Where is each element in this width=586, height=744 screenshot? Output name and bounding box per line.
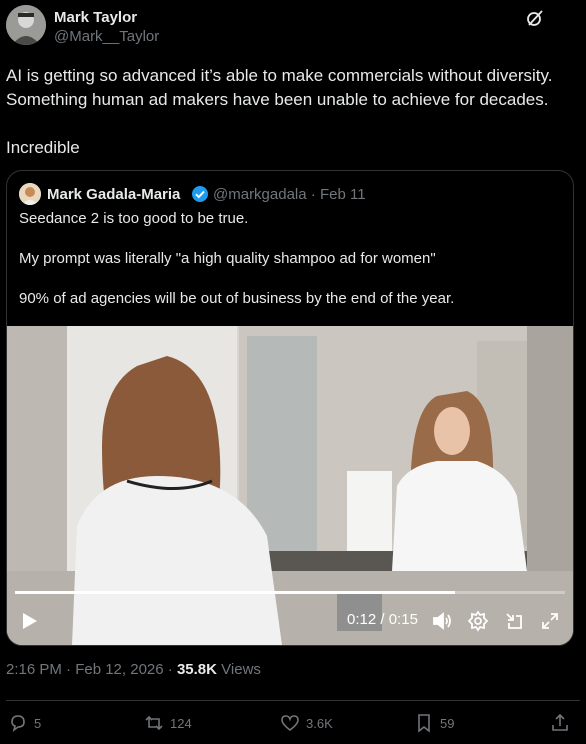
reply-icon [11,715,25,732]
bookmark-button[interactable]: 59 [414,712,454,734]
bookmark-count: 59 [440,715,455,731]
video-player[interactable]: 0:12 / 0:15 [7,326,573,645]
video-duration: 0:15 [388,611,418,628]
quoted-author-handle[interactable]: @markgadala [213,186,307,203]
repost-button[interactable]: 124 [144,712,192,734]
like-count: 3.6K [306,715,333,731]
author-name[interactable]: Mark Taylor [54,9,137,26]
repost-icon [145,715,163,731]
quoted-author-avatar[interactable] [19,183,41,205]
tweet-meta: 2:16 PM · Feb 12, 2026 · 35.8K Views [6,661,261,678]
grok-icon[interactable] [525,8,545,28]
quoted-date[interactable]: Feb 11 [320,186,366,203]
quoted-meta[interactable]: @markgadala · Feb 11 [213,186,366,203]
tweet-text: AI is getting so advanced it’s able to m… [6,66,553,157]
divider [6,700,580,701]
quoted-text: Seedance 2 is too good to be true. My pr… [19,210,455,307]
tweet-timestamp[interactable]: 2:16 PM · Feb 12, 2026 [6,661,164,678]
author-avatar[interactable] [6,5,46,45]
share-button[interactable] [550,712,570,734]
video-frame [7,326,573,645]
share-icon [552,713,568,731]
play-icon[interactable] [21,611,39,631]
settings-icon[interactable] [467,610,489,632]
bookmark-icon [418,714,430,733]
like-icon [281,715,299,732]
author-handle[interactable]: @Mark__Taylor [54,28,159,45]
video-current-time: 0:12 [347,611,377,628]
views-label: Views [221,661,261,678]
minimize-icon[interactable] [503,610,525,632]
repost-count: 124 [170,715,192,731]
quoted-tweet[interactable]: Mark Gadala-Maria @markgadala · Feb 11 S… [6,170,574,646]
quoted-author-name[interactable]: Mark Gadala-Maria [47,186,180,203]
video-time: 0:12 / 0:15 [347,611,418,628]
video-progress-fill [15,591,455,594]
like-button[interactable]: 3.6K [280,712,333,734]
reply-count: 5 [34,715,42,731]
reply-button[interactable]: 5 [8,712,41,734]
views-count: 35.8K [176,661,217,678]
verified-badge-icon [191,185,209,203]
fullscreen-icon[interactable] [539,610,561,632]
video-progress-bar[interactable] [15,591,565,594]
volume-icon[interactable] [431,610,453,632]
